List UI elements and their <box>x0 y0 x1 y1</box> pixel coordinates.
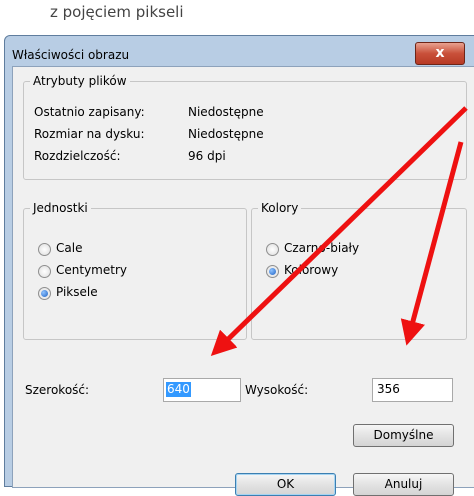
arrow-to-height <box>400 141 464 346</box>
arrow-to-width <box>210 106 468 356</box>
annotation-arrows <box>210 106 468 356</box>
